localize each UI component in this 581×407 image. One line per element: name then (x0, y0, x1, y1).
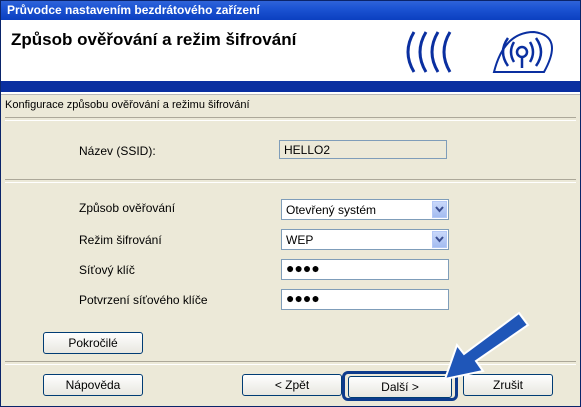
wizard-header: Způsob ověřování a režim šifrování (1, 20, 580, 94)
confirm-key-label: Potvrzení síťového klíče (79, 293, 208, 307)
page-title: Způsob ověřování a režim šifrování (11, 30, 297, 49)
divider (5, 179, 576, 183)
confirm-key-field[interactable]: ●●●● (281, 289, 449, 310)
wireless-signal-icon (406, 30, 553, 73)
ssid-field: HELLO2 (279, 140, 447, 159)
network-key-label: Síťový klíč (79, 263, 135, 277)
network-key-field[interactable]: ●●●● (281, 259, 449, 280)
auth-select[interactable]: Otevřený systém (281, 199, 449, 220)
auth-label: Způsob ověřování (79, 201, 176, 215)
wizard-window: Průvodce nastavením bezdrátového zařízen… (0, 0, 581, 407)
chevron-down-icon[interactable] (432, 201, 447, 218)
advanced-button[interactable]: Pokročilé (43, 332, 143, 354)
back-button[interactable]: < Zpět (242, 374, 342, 396)
encryption-label: Režim šifrování (79, 233, 162, 247)
header-band (1, 81, 580, 92)
ssid-label: Název (SSID): (79, 144, 156, 158)
chevron-down-icon[interactable] (432, 231, 447, 248)
arrow-icon (443, 311, 530, 381)
divider (5, 117, 576, 121)
auth-select-value: Otevřený systém (286, 203, 377, 217)
encryption-select[interactable]: WEP (281, 229, 449, 250)
section-label: Konfigurace způsobu ověřování a režimu š… (5, 99, 250, 111)
help-button[interactable]: Nápověda (43, 374, 143, 396)
window-titlebar: Průvodce nastavením bezdrátového zařízen… (1, 1, 580, 20)
encryption-select-value: WEP (286, 233, 314, 247)
